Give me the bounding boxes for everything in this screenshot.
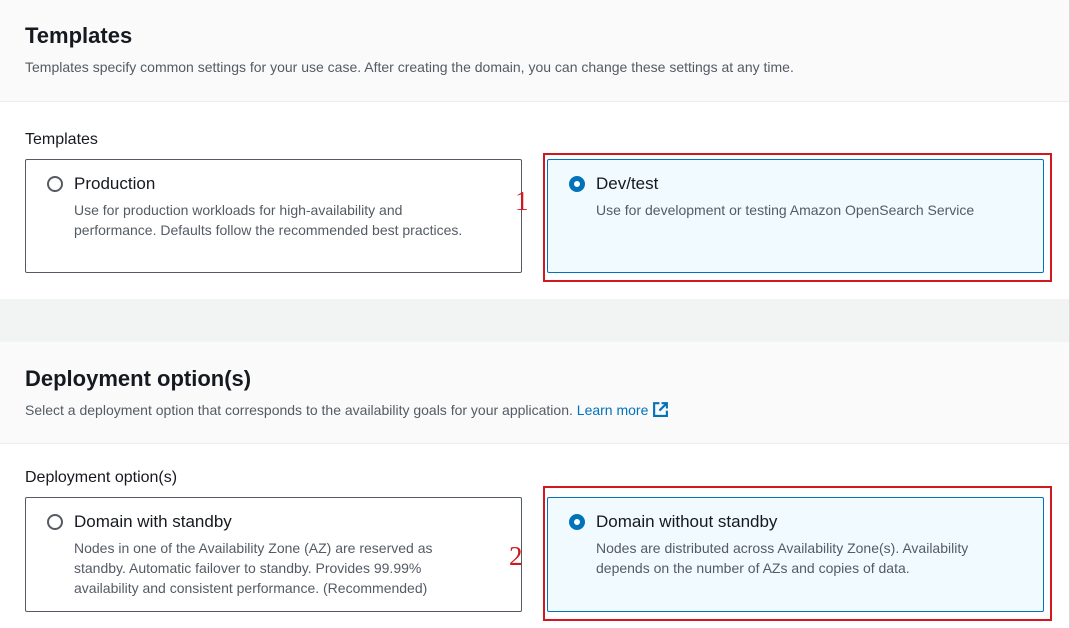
option-description: Use for production workloads for high-av…	[74, 202, 463, 238]
option-label: Production	[74, 174, 156, 193]
radio-production[interactable]	[47, 176, 63, 192]
deployment-description-text: Select a deployment option that correspo…	[25, 402, 573, 418]
external-link-icon	[653, 402, 669, 417]
deployment-field-label: Deployment option(s)	[25, 469, 178, 486]
deployment-title: Deployment option(s)	[25, 366, 252, 391]
templates-description: Templates specify common settings for yo…	[25, 59, 794, 75]
deployment-option-with-standby[interactable]: Domain with standby Nodes in one of the …	[25, 497, 522, 612]
deployment-description: Select a deployment option that correspo…	[25, 401, 669, 418]
deployment-panel-header: Deployment option(s) Select a deployment…	[0, 342, 1069, 444]
annotation-number-1: 1	[515, 186, 529, 216]
templates-panel-header: Templates Templates specify common setti…	[0, 0, 1069, 102]
option-description: Nodes in one of the Availability Zone (A…	[74, 540, 433, 596]
template-option-production[interactable]: Production Use for production workloads …	[25, 159, 522, 273]
annotation-number-2: 2	[509, 541, 523, 571]
learn-more-label: Learn more	[576, 402, 649, 418]
option-label: Domain with standby	[74, 512, 232, 531]
annotation-box-2	[543, 486, 1052, 621]
templates-title: Templates	[25, 23, 133, 48]
annotation-box-1	[543, 153, 1052, 282]
learn-more-link[interactable]: Learn more	[577, 402, 670, 418]
templates-field-label: Templates	[25, 131, 98, 148]
radio-with-standby[interactable]	[47, 514, 63, 530]
